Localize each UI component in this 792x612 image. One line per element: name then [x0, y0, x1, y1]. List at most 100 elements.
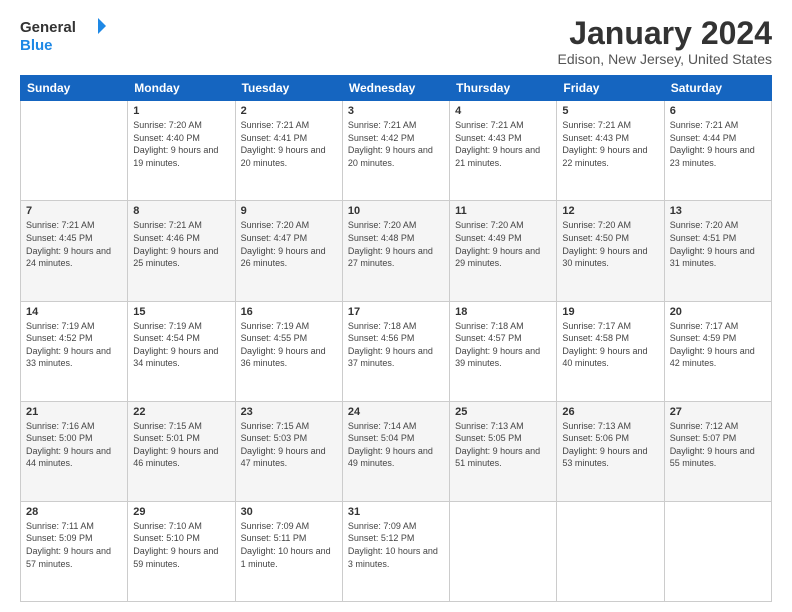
day-info: Sunrise: 7:19 AMSunset: 4:55 PMDaylight:…	[241, 320, 337, 370]
calendar-cell: 7 Sunrise: 7:21 AMSunset: 4:45 PMDayligh…	[21, 201, 128, 301]
calendar-header-row: SundayMondayTuesdayWednesdayThursdayFrid…	[21, 76, 772, 101]
calendar-cell: 28 Sunrise: 7:11 AMSunset: 5:09 PMDaylig…	[21, 501, 128, 601]
week-row-4: 21 Sunrise: 7:16 AMSunset: 5:00 PMDaylig…	[21, 401, 772, 501]
day-number: 31	[348, 506, 444, 518]
calendar-cell: 15 Sunrise: 7:19 AMSunset: 4:54 PMDaylig…	[128, 301, 235, 401]
calendar-cell: 6 Sunrise: 7:21 AMSunset: 4:44 PMDayligh…	[664, 101, 771, 201]
day-number: 11	[455, 205, 551, 217]
calendar-cell: 18 Sunrise: 7:18 AMSunset: 4:57 PMDaylig…	[450, 301, 557, 401]
calendar-cell: 19 Sunrise: 7:17 AMSunset: 4:58 PMDaylig…	[557, 301, 664, 401]
title-block: January 2024 Edison, New Jersey, United …	[557, 16, 772, 67]
day-header-tuesday: Tuesday	[235, 76, 342, 101]
week-row-2: 7 Sunrise: 7:21 AMSunset: 4:45 PMDayligh…	[21, 201, 772, 301]
day-info: Sunrise: 7:18 AMSunset: 4:57 PMDaylight:…	[455, 320, 551, 370]
day-info: Sunrise: 7:20 AMSunset: 4:50 PMDaylight:…	[562, 219, 658, 269]
day-number: 20	[670, 306, 766, 318]
day-info: Sunrise: 7:21 AMSunset: 4:43 PMDaylight:…	[455, 119, 551, 169]
day-info: Sunrise: 7:15 AMSunset: 5:03 PMDaylight:…	[241, 420, 337, 470]
day-number: 16	[241, 306, 337, 318]
calendar-cell: 20 Sunrise: 7:17 AMSunset: 4:59 PMDaylig…	[664, 301, 771, 401]
calendar-table: SundayMondayTuesdayWednesdayThursdayFrid…	[20, 75, 772, 602]
day-number: 8	[133, 205, 229, 217]
day-info: Sunrise: 7:21 AMSunset: 4:43 PMDaylight:…	[562, 119, 658, 169]
day-info: Sunrise: 7:21 AMSunset: 4:42 PMDaylight:…	[348, 119, 444, 169]
calendar-cell: 5 Sunrise: 7:21 AMSunset: 4:43 PMDayligh…	[557, 101, 664, 201]
day-number: 22	[133, 406, 229, 418]
day-number: 29	[133, 506, 229, 518]
day-info: Sunrise: 7:13 AMSunset: 5:05 PMDaylight:…	[455, 420, 551, 470]
calendar-cell: 13 Sunrise: 7:20 AMSunset: 4:51 PMDaylig…	[664, 201, 771, 301]
day-info: Sunrise: 7:19 AMSunset: 4:54 PMDaylight:…	[133, 320, 229, 370]
calendar-cell: 12 Sunrise: 7:20 AMSunset: 4:50 PMDaylig…	[557, 201, 664, 301]
day-number: 26	[562, 406, 658, 418]
calendar-cell: 26 Sunrise: 7:13 AMSunset: 5:06 PMDaylig…	[557, 401, 664, 501]
day-number: 13	[670, 205, 766, 217]
calendar-cell: 22 Sunrise: 7:15 AMSunset: 5:01 PMDaylig…	[128, 401, 235, 501]
day-number: 12	[562, 205, 658, 217]
day-number: 1	[133, 105, 229, 117]
day-info: Sunrise: 7:20 AMSunset: 4:47 PMDaylight:…	[241, 219, 337, 269]
calendar-cell: 16 Sunrise: 7:19 AMSunset: 4:55 PMDaylig…	[235, 301, 342, 401]
day-info: Sunrise: 7:11 AMSunset: 5:09 PMDaylight:…	[26, 520, 122, 570]
day-number: 9	[241, 205, 337, 217]
day-info: Sunrise: 7:18 AMSunset: 4:56 PMDaylight:…	[348, 320, 444, 370]
calendar-cell: 29 Sunrise: 7:10 AMSunset: 5:10 PMDaylig…	[128, 501, 235, 601]
header: General Blue January 2024 Edison, New Je…	[20, 16, 772, 67]
day-info: Sunrise: 7:21 AMSunset: 4:45 PMDaylight:…	[26, 219, 122, 269]
calendar-cell: 4 Sunrise: 7:21 AMSunset: 4:43 PMDayligh…	[450, 101, 557, 201]
day-number: 25	[455, 406, 551, 418]
svg-text:Blue: Blue	[20, 37, 53, 54]
day-number: 17	[348, 306, 444, 318]
calendar-cell	[21, 101, 128, 201]
day-info: Sunrise: 7:21 AMSunset: 4:44 PMDaylight:…	[670, 119, 766, 169]
day-number: 5	[562, 105, 658, 117]
day-header-monday: Monday	[128, 76, 235, 101]
calendar-cell: 3 Sunrise: 7:21 AMSunset: 4:42 PMDayligh…	[342, 101, 449, 201]
calendar-cell: 2 Sunrise: 7:21 AMSunset: 4:41 PMDayligh…	[235, 101, 342, 201]
day-info: Sunrise: 7:20 AMSunset: 4:51 PMDaylight:…	[670, 219, 766, 269]
day-info: Sunrise: 7:20 AMSunset: 4:48 PMDaylight:…	[348, 219, 444, 269]
day-number: 6	[670, 105, 766, 117]
day-info: Sunrise: 7:19 AMSunset: 4:52 PMDaylight:…	[26, 320, 122, 370]
week-row-5: 28 Sunrise: 7:11 AMSunset: 5:09 PMDaylig…	[21, 501, 772, 601]
logo: General Blue	[20, 16, 110, 56]
calendar-cell: 17 Sunrise: 7:18 AMSunset: 4:56 PMDaylig…	[342, 301, 449, 401]
calendar-cell: 1 Sunrise: 7:20 AMSunset: 4:40 PMDayligh…	[128, 101, 235, 201]
day-number: 15	[133, 306, 229, 318]
calendar-cell	[557, 501, 664, 601]
calendar-cell: 31 Sunrise: 7:09 AMSunset: 5:12 PMDaylig…	[342, 501, 449, 601]
day-number: 24	[348, 406, 444, 418]
day-info: Sunrise: 7:20 AMSunset: 4:49 PMDaylight:…	[455, 219, 551, 269]
calendar-cell: 30 Sunrise: 7:09 AMSunset: 5:11 PMDaylig…	[235, 501, 342, 601]
day-header-saturday: Saturday	[664, 76, 771, 101]
day-number: 18	[455, 306, 551, 318]
day-number: 2	[241, 105, 337, 117]
location: Edison, New Jersey, United States	[557, 51, 772, 67]
week-row-3: 14 Sunrise: 7:19 AMSunset: 4:52 PMDaylig…	[21, 301, 772, 401]
day-number: 3	[348, 105, 444, 117]
day-info: Sunrise: 7:16 AMSunset: 5:00 PMDaylight:…	[26, 420, 122, 470]
day-number: 7	[26, 205, 122, 217]
day-info: Sunrise: 7:20 AMSunset: 4:40 PMDaylight:…	[133, 119, 229, 169]
day-header-friday: Friday	[557, 76, 664, 101]
calendar-cell	[664, 501, 771, 601]
day-header-wednesday: Wednesday	[342, 76, 449, 101]
day-info: Sunrise: 7:21 AMSunset: 4:41 PMDaylight:…	[241, 119, 337, 169]
day-info: Sunrise: 7:17 AMSunset: 4:58 PMDaylight:…	[562, 320, 658, 370]
day-info: Sunrise: 7:15 AMSunset: 5:01 PMDaylight:…	[133, 420, 229, 470]
calendar-cell: 24 Sunrise: 7:14 AMSunset: 5:04 PMDaylig…	[342, 401, 449, 501]
month-title: January 2024	[557, 16, 772, 51]
calendar-cell: 23 Sunrise: 7:15 AMSunset: 5:03 PMDaylig…	[235, 401, 342, 501]
svg-text:General: General	[20, 19, 76, 36]
day-number: 10	[348, 205, 444, 217]
calendar-cell: 9 Sunrise: 7:20 AMSunset: 4:47 PMDayligh…	[235, 201, 342, 301]
day-info: Sunrise: 7:09 AMSunset: 5:12 PMDaylight:…	[348, 520, 444, 570]
day-number: 30	[241, 506, 337, 518]
day-number: 14	[26, 306, 122, 318]
day-info: Sunrise: 7:09 AMSunset: 5:11 PMDaylight:…	[241, 520, 337, 570]
day-info: Sunrise: 7:21 AMSunset: 4:46 PMDaylight:…	[133, 219, 229, 269]
calendar-cell: 21 Sunrise: 7:16 AMSunset: 5:00 PMDaylig…	[21, 401, 128, 501]
page: General Blue January 2024 Edison, New Je…	[0, 0, 792, 612]
day-info: Sunrise: 7:10 AMSunset: 5:10 PMDaylight:…	[133, 520, 229, 570]
calendar-cell	[450, 501, 557, 601]
